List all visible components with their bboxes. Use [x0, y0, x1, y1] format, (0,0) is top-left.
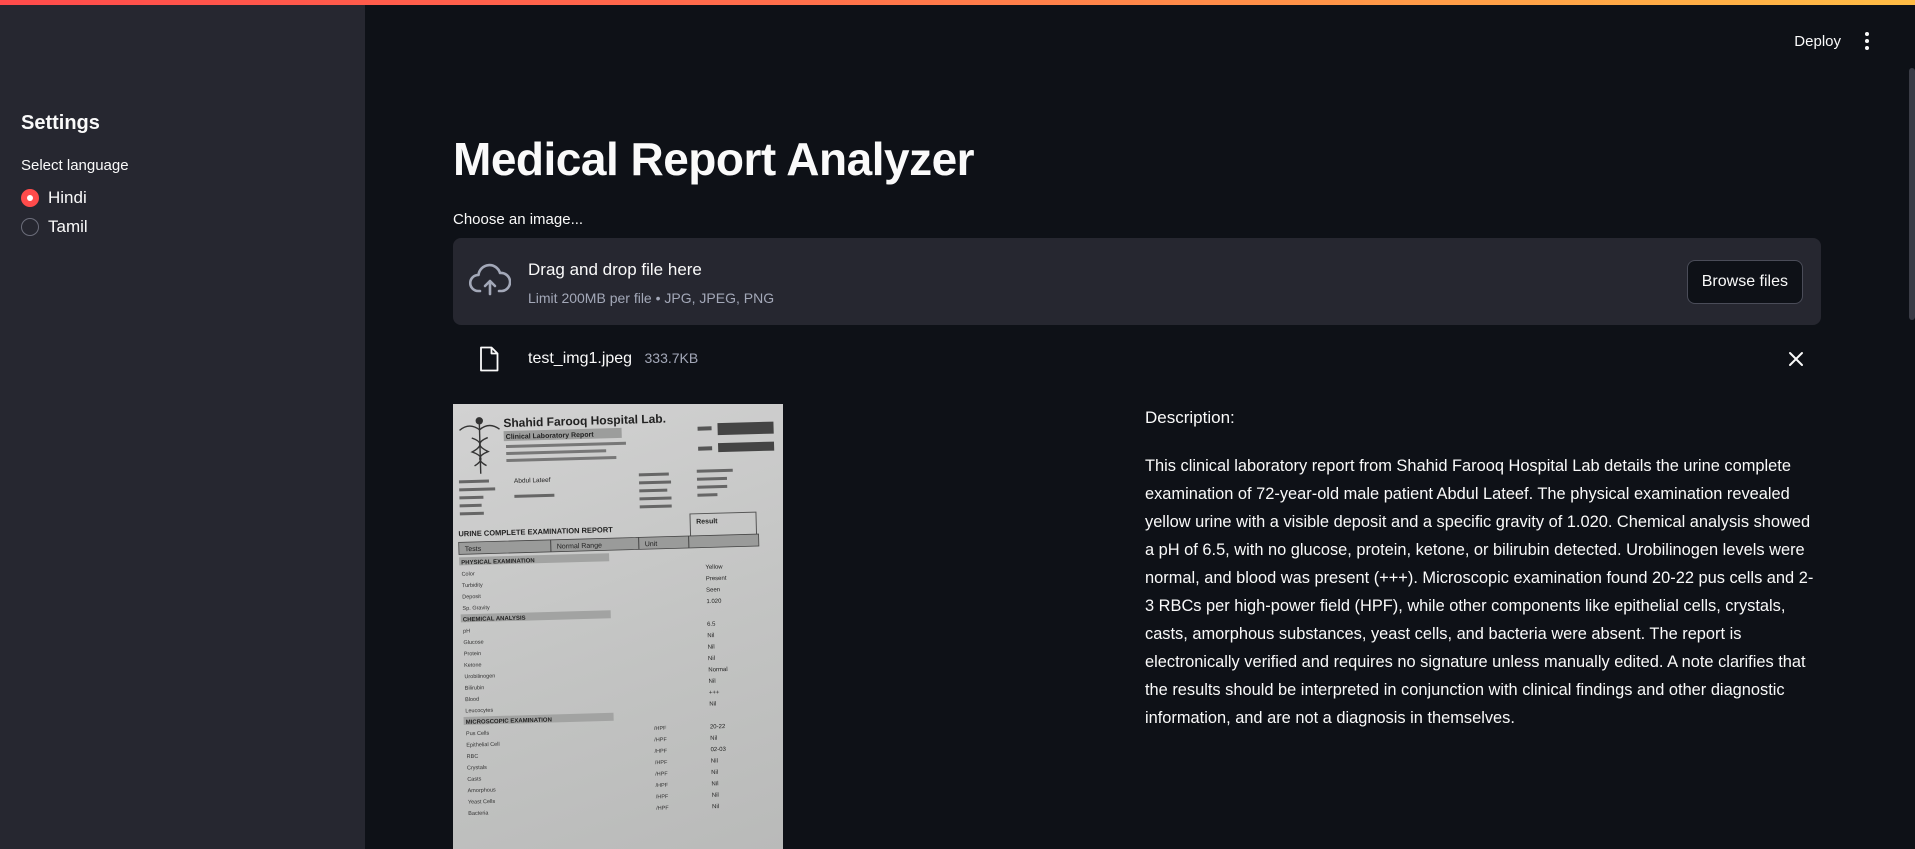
cloud-upload-icon: [468, 261, 512, 306]
report-test-name: Amorphous: [468, 787, 497, 794]
report-test-name: Bacteria: [468, 810, 489, 817]
report-result: Present: [706, 576, 727, 583]
report-section-label: MICROSCOPIC EXAMINATION: [466, 717, 552, 725]
uploaded-report-image: Shahid Farooq Hospital Lab. Clinical Lab…: [453, 404, 783, 849]
col-range: Normal Range: [557, 542, 602, 550]
browse-files-button[interactable]: Browse files: [1686, 260, 1803, 304]
report-result: 20-22: [710, 724, 726, 730]
scrollbar[interactable]: [1909, 68, 1915, 320]
report-result: Nil: [708, 645, 715, 651]
report-result: Nil: [709, 701, 716, 707]
report-test-name: Casts: [467, 776, 481, 782]
report-result: Nil: [711, 781, 718, 787]
report-test-name: pH: [463, 629, 470, 635]
close-icon[interactable]: [1787, 350, 1805, 373]
report-result: Nil: [710, 736, 717, 742]
report-test-name: Ketone: [464, 662, 482, 668]
sidebar-title: Settings: [21, 112, 100, 134]
report-result: 02-03: [710, 747, 726, 753]
report-test-name: Yeast Cells: [468, 799, 496, 806]
report-result: 1.020: [706, 599, 722, 605]
uploader-label: Choose an image...: [453, 211, 584, 228]
report-test-name: Leucocytes: [465, 708, 493, 715]
report-unit: /HPF: [655, 760, 668, 766]
report-unit: /HPF: [654, 737, 667, 743]
report-test-name: Crystals: [467, 765, 487, 772]
top-accent-bar: [0, 0, 1915, 5]
report-unit: /HPF: [654, 726, 667, 732]
report-unit: /HPF: [656, 794, 669, 800]
report-test-name: Sp. Gravity: [462, 605, 490, 612]
lab-name: Shahid Farooq Hospital Lab.: [503, 412, 666, 431]
radio-option-hindi[interactable]: Hindi: [21, 187, 87, 209]
report-result: Normal: [708, 667, 728, 674]
file-name-line: test_img1.jpeg 333.7KB: [528, 350, 698, 368]
report-section-label: CHEMICAL ANALYSIS: [463, 616, 526, 624]
report-title: URINE COMPLETE EXAMINATION REPORT: [458, 525, 613, 538]
report-test-name: Color: [461, 571, 474, 577]
file-size: 333.7KB: [644, 350, 699, 366]
caduceus-logo: [459, 417, 500, 474]
file-icon: [479, 346, 499, 377]
report-result: Nil: [711, 770, 718, 776]
radio-label-tamil: Tamil: [48, 217, 88, 236]
report-unit: /HPF: [654, 748, 667, 754]
report-result: Nil: [712, 793, 719, 799]
file-dropzone[interactable]: Drag and drop file here Limit 200MB per …: [453, 238, 1821, 325]
report-test-name: Bilirubin: [465, 685, 485, 692]
report-test-name: Pus Cells: [466, 731, 490, 738]
report-rows: PHYSICAL EXAMINATION Color Yellow Turbidity…: [459, 553, 728, 817]
report-test-name: Deposit: [462, 594, 481, 601]
report-result: Nil: [709, 679, 716, 685]
dropzone-hint: Limit 200MB per file • JPG, JPEG, PNG: [528, 290, 775, 306]
report-subtitle: Clinical Laboratory Report: [506, 432, 595, 441]
report-result: Nil: [712, 804, 719, 810]
report-test-name: Epithelial Cell: [466, 742, 499, 749]
report-section-label: PHYSICAL EXAMINATION: [461, 558, 535, 566]
barcode: [717, 421, 775, 453]
report-test-name: Protein: [464, 651, 482, 657]
patient-name: Abdul Lateef: [514, 477, 551, 485]
report-result: +++: [709, 690, 720, 696]
report-unit: /HPF: [655, 771, 668, 777]
uploaded-file-row: test_img1.jpeg 333.7KB: [453, 338, 1821, 382]
report-test-name: RBC: [467, 754, 479, 760]
radio-option-tamil[interactable]: Tamil: [21, 216, 88, 238]
col-result: Result: [696, 518, 718, 526]
page-title: Medical Report Analyzer: [453, 133, 975, 185]
radio-label-hindi: Hindi: [48, 188, 87, 207]
report-result: Nil: [711, 758, 718, 764]
radio-unchecked-icon[interactable]: [21, 218, 39, 236]
radio-checked-icon[interactable]: [21, 189, 39, 207]
report-result: Nil: [708, 656, 715, 662]
language-label: Select language: [21, 157, 129, 174]
description-heading: Description:: [1145, 408, 1235, 427]
report-test-name: Turbidity: [462, 583, 483, 590]
deploy-button[interactable]: Deploy: [1794, 33, 1841, 50]
file-name: test_img1.jpeg: [528, 350, 633, 367]
report-result: Seen: [706, 587, 720, 593]
report-test-name: Glucose: [463, 640, 483, 647]
report-result: Yellow: [705, 564, 723, 570]
report-test-name: Blood: [465, 697, 479, 703]
kebab-menu-icon[interactable]: [1859, 30, 1875, 52]
sidebar: Settings Select language Hindi Tamil: [0, 0, 365, 849]
report-result: 6.5: [707, 622, 716, 628]
report-result: Nil: [707, 633, 714, 639]
app-header-actions: Deploy: [1794, 30, 1875, 52]
report-unit: /HPF: [656, 805, 669, 811]
report-test-name: Urobilinogen: [464, 673, 495, 680]
description-text: This clinical laboratory report from Sha…: [1145, 457, 1814, 727]
col-tests: Tests: [465, 546, 482, 553]
col-unit: Unit: [645, 541, 658, 548]
report-image-drawing: Shahid Farooq Hospital Lab. Clinical Lab…: [458, 412, 775, 817]
report-unit: /HPF: [655, 783, 668, 789]
dropzone-title: Drag and drop file here: [528, 260, 702, 279]
